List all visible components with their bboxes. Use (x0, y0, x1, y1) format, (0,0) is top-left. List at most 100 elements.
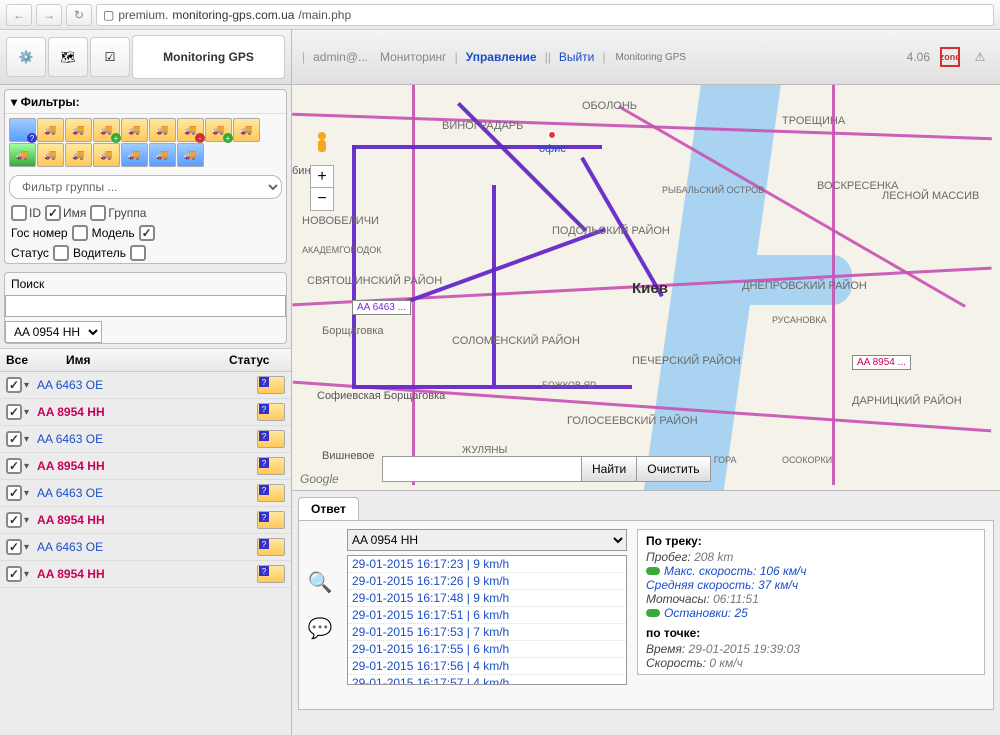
eye-icon[interactable] (646, 567, 660, 575)
table-row[interactable]: ▾AA 8954 HH (0, 399, 291, 426)
eye-icon-2[interactable] (646, 609, 660, 617)
row-checkbox[interactable] (6, 512, 22, 528)
filter-unknown[interactable]: ? (9, 118, 36, 142)
status-icon[interactable] (257, 538, 285, 556)
chk-driver[interactable] (130, 245, 146, 261)
nav-control[interactable]: Управление (462, 50, 541, 64)
filter-truck-5[interactable]: 🚚 (233, 118, 260, 142)
log-entry[interactable]: 29-01-2015 16:17:55 | 6 km/h (348, 641, 626, 658)
table-row[interactable]: ▾AA 6463 OE (0, 480, 291, 507)
vehicle-plate[interactable]: AA 6463 OE (37, 432, 257, 446)
back-button[interactable]: ← (6, 4, 32, 26)
settings-icon[interactable]: ⚙️ (6, 37, 46, 77)
url-bar[interactable]: ▢ premium.monitoring-gps.com.ua/main.php (96, 4, 994, 26)
row-checkbox[interactable] (6, 566, 22, 582)
user-label: admin@... (309, 50, 372, 64)
row-checkbox[interactable] (6, 458, 22, 474)
table-row[interactable]: ▾AA 6463 OE (0, 534, 291, 561)
log-entry[interactable]: 29-01-2015 16:17:23 | 9 km/h (348, 556, 626, 573)
filter-truck-8[interactable]: 🚚 (93, 143, 120, 167)
map-tool-icon[interactable]: 🗺 (48, 37, 88, 77)
vehicle-plate[interactable]: AA 6463 OE (37, 486, 257, 500)
response-vehicle-select[interactable]: AA 0954 HH (347, 529, 627, 551)
nav-monitoring[interactable]: Мониторинг (376, 50, 451, 64)
log-entry[interactable]: 29-01-2015 16:17:48 | 9 km/h (348, 590, 626, 607)
vehicle-plate[interactable]: AA 6463 OE (37, 378, 257, 392)
row-checkbox[interactable] (6, 404, 22, 420)
filter-online[interactable]: 🚚 (9, 143, 36, 167)
vehicle-plate[interactable]: AA 8954 HH (37, 405, 257, 419)
list-tool-icon[interactable]: ☑ (90, 37, 130, 77)
vehicle-marker-1[interactable]: AA 6463 ... (352, 300, 411, 315)
collapse-icon[interactable]: ▾ (11, 95, 17, 109)
table-row[interactable]: ▾AA 8954 HH (0, 453, 291, 480)
status-icon[interactable] (257, 430, 285, 448)
log-entry[interactable]: 29-01-2015 16:17:51 | 6 km/h (348, 607, 626, 624)
chat-icon[interactable]: 💬 (307, 615, 333, 641)
filter-truck-add[interactable]: 🚚+ (93, 118, 120, 142)
speed-log[interactable]: 29-01-2015 16:17:23 | 9 km/h29-01-2015 1… (347, 555, 627, 685)
filter-blue-3[interactable]: 🚚 (177, 143, 204, 167)
map-clear-button[interactable]: Очистить (636, 456, 710, 482)
filter-truck-1[interactable]: 🚚 (37, 118, 64, 142)
status-icon[interactable] (257, 403, 285, 421)
chk-model[interactable] (139, 225, 155, 241)
filter-truck-remove[interactable]: 🚚- (177, 118, 204, 142)
map-find-button[interactable]: Найти (581, 456, 637, 482)
forward-button[interactable]: → (36, 4, 62, 26)
col-name[interactable]: Имя (66, 353, 229, 367)
chk-plate[interactable] (72, 225, 88, 241)
search-input[interactable] (5, 295, 286, 317)
vehicle-plate[interactable]: AA 8954 HH (37, 459, 257, 473)
reload-button[interactable]: ↻ (66, 4, 92, 26)
filter-truck-2[interactable]: 🚚 (65, 118, 92, 142)
warning-icon[interactable]: ⚠ (970, 47, 990, 67)
row-checkbox[interactable] (6, 485, 22, 501)
filter-truck-7[interactable]: 🚚 (65, 143, 92, 167)
map[interactable]: Киев ВИНОГРАДАРЬ ОБОЛОНЬ ТРОЕЩИНА ВОСКРЕ… (292, 85, 1000, 490)
filter-truck-4[interactable]: 🚚 (149, 118, 176, 142)
col-all[interactable]: Все (6, 353, 66, 367)
chk-id[interactable]: ID (11, 205, 41, 221)
vehicle-marker-2[interactable]: AA 8954 ... (852, 355, 911, 370)
chk-status[interactable] (53, 245, 69, 261)
magnify-icon[interactable]: 🔍 (307, 569, 333, 595)
log-entry[interactable]: 29-01-2015 16:17:57 | 4 km/h (348, 675, 626, 685)
log-entry[interactable]: 29-01-2015 16:17:56 | 4 km/h (348, 658, 626, 675)
row-checkbox[interactable] (6, 539, 22, 555)
status-icon[interactable] (257, 457, 285, 475)
table-row[interactable]: ▾AA 8954 HH (0, 561, 291, 588)
group-filter-select[interactable]: Фильтр группы ... (9, 175, 282, 199)
filter-blue-1[interactable]: 🚚 (121, 143, 148, 167)
log-entry[interactable]: 29-01-2015 16:17:26 | 9 km/h (348, 573, 626, 590)
vehicle-plate[interactable]: AA 6463 OE (37, 540, 257, 554)
response-tab[interactable]: Ответ (298, 497, 359, 520)
table-row[interactable]: ▾AA 6463 OE (0, 372, 291, 399)
status-icon[interactable] (257, 484, 285, 502)
zone-icon[interactable]: zone (940, 47, 960, 67)
filters-title: Фильтры: (21, 95, 80, 109)
filter-truck-3[interactable]: 🚚 (121, 118, 148, 142)
zoom-in-button[interactable]: + (311, 166, 333, 188)
status-icon[interactable] (257, 565, 285, 583)
search-select[interactable]: AA 0954 HH (5, 321, 102, 343)
row-checkbox[interactable] (6, 377, 22, 393)
vehicle-plate[interactable]: AA 8954 HH (37, 513, 257, 527)
table-row[interactable]: ▾AA 8954 HH (0, 507, 291, 534)
filter-truck-add2[interactable]: 🚚+ (205, 118, 232, 142)
status-icon[interactable] (257, 376, 285, 394)
status-icon[interactable] (257, 511, 285, 529)
zoom-out-button[interactable]: − (311, 188, 333, 210)
col-status[interactable]: Статус (229, 353, 285, 367)
nav-logout[interactable]: Выйти (555, 50, 599, 64)
vehicle-plate[interactable]: AA 8954 HH (37, 567, 257, 581)
chk-name[interactable]: Имя (45, 205, 86, 221)
chk-group[interactable]: Группа (90, 205, 146, 221)
log-entry[interactable]: 29-01-2015 16:17:53 | 7 km/h (348, 624, 626, 641)
pegman-icon[interactable] (312, 130, 332, 158)
filter-blue-2[interactable]: 🚚 (149, 143, 176, 167)
filter-truck-6[interactable]: 🚚 (37, 143, 64, 167)
map-search-input[interactable] (382, 456, 582, 482)
table-row[interactable]: ▾AA 6463 OE (0, 426, 291, 453)
row-checkbox[interactable] (6, 431, 22, 447)
